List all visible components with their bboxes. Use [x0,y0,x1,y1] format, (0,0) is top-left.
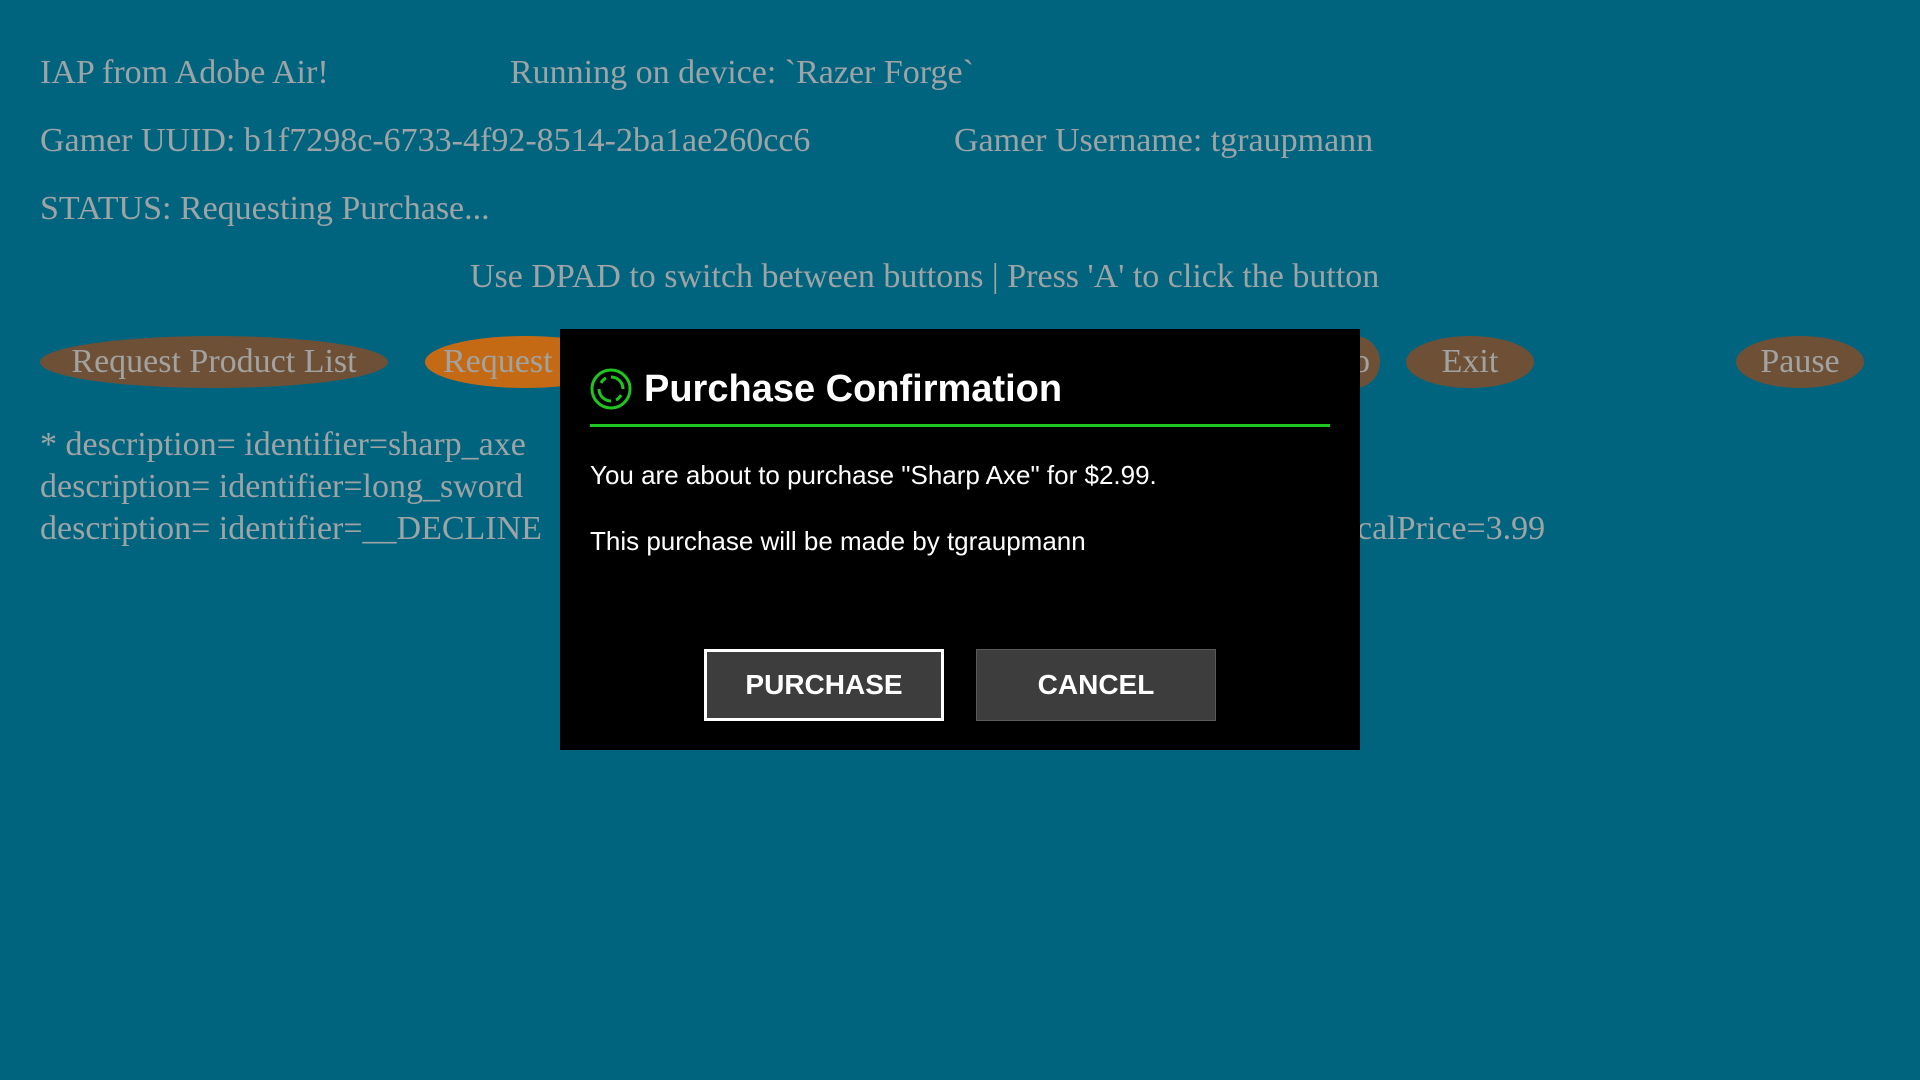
exit-button[interactable]: Exit [1406,336,1534,388]
purchase-button[interactable]: PURCHASE [704,649,944,721]
device-label: Running on device: `Razer Forge` [510,54,974,91]
razer-ring-icon [590,368,632,410]
purchase-confirmation-dialog: Purchase Confirmation You are about to p… [560,329,1360,750]
gamer-uuid: Gamer UUID: b1f7298c-6733-4f92-8514-2ba1… [40,122,811,159]
status-text: STATUS: Requesting Purchase... [40,190,490,227]
gamer-username: Gamer Username: tgraupmann [954,122,1374,159]
app-title: IAP from Adobe Air! [40,54,329,91]
log-line-long-sword: description= identifier=long_sword [40,468,524,505]
product-log: * description= identifier=sharp_axe desc… [40,424,542,550]
pause-button[interactable]: Pause [1736,336,1864,388]
dialog-title: Purchase Confirmation [644,367,1063,410]
instructions-text: Use DPAD to switch between buttons | Pre… [470,258,1380,295]
dialog-message: You are about to purchase "Sharp Axe" fo… [590,460,1157,490]
log-local-price: ocalPrice=3.99 [1340,510,1546,547]
log-line-sharp-axe: * description= identifier=sharp_axe [40,426,526,463]
cancel-button[interactable]: CANCEL [976,649,1216,721]
dialog-header: Purchase Confirmation [590,362,1330,427]
dialog-made-by: This purchase will be made by tgraupmann [590,526,1086,556]
log-line-decline: description= identifier=__DECLINE [40,510,542,547]
request-product-list-button[interactable]: Request Product List [40,336,388,388]
